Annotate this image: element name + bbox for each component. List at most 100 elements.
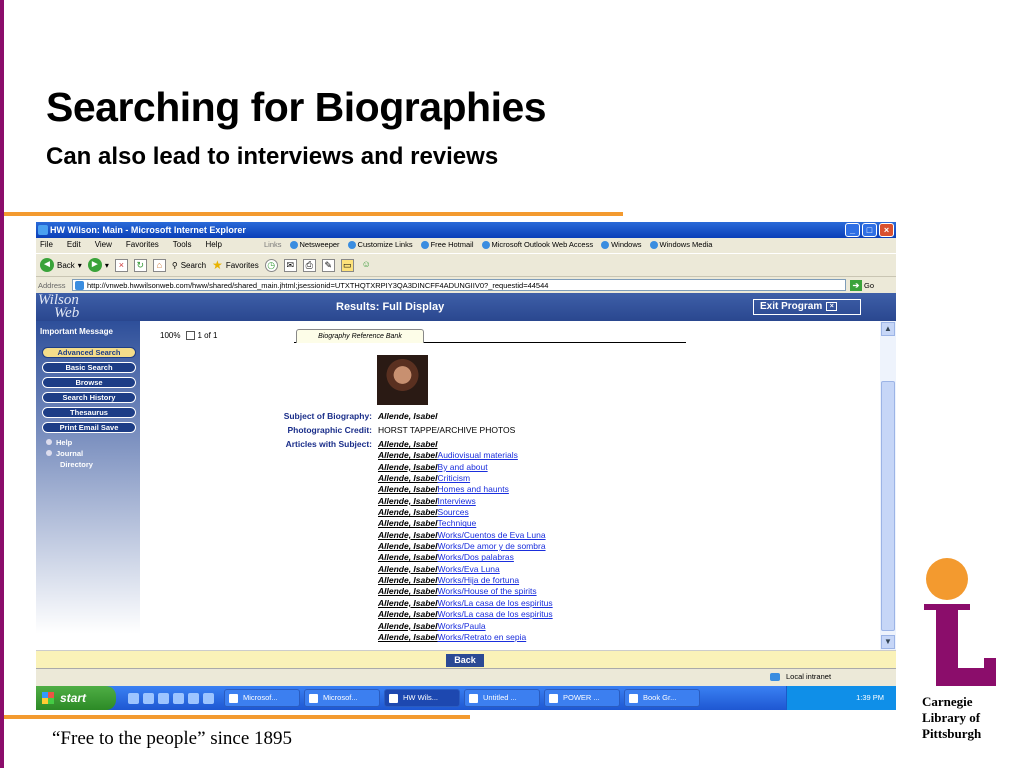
back-arrow-icon: ◄ [40,258,54,272]
article-link[interactable]: Allende, IsabelBy and about [378,462,553,473]
browse-button[interactable]: Browse [42,377,136,388]
search-icon: ⚲ [171,260,178,270]
system-tray: 1:39 PM [786,686,896,710]
menu-edit[interactable]: Edit [67,238,81,252]
slide-title: Searching for Biographies [46,84,547,130]
wilson-header: Wilson Web Results: Full Display Exit Pro… [36,293,896,321]
journal-directory-link[interactable]: Journal [42,448,136,459]
link-icon [347,241,356,249]
ie-quicklaunch-icon[interactable] [143,692,154,704]
history-icon[interactable]: ◷ [264,258,278,272]
browser-screenshot: HW Wilson: Main - Microsoft Internet Exp… [36,222,896,710]
edit-icon[interactable]: ✎ [321,258,335,272]
outlook-icon[interactable] [158,692,169,704]
link-windows[interactable]: Windows [601,238,642,252]
tab-biography-reference-bank[interactable]: Biography Reference Bank [296,329,424,343]
basic-search-button[interactable]: Basic Search [42,362,136,373]
home-icon[interactable]: ⌂ [152,258,166,272]
article-link[interactable]: Allende, IsabelWorks/La casa de los espi… [378,598,553,609]
help-link[interactable]: Help [42,437,136,448]
checkbox-icon[interactable] [186,331,196,341]
excel-icon[interactable] [188,692,199,704]
refresh-icon[interactable]: ↻ [133,258,147,272]
desktop-icon[interactable] [128,692,139,704]
menu-view[interactable]: View [95,238,112,252]
article-link[interactable]: Allende, IsabelHomes and haunts [378,484,553,495]
messenger-icon[interactable]: ☺ [360,259,373,272]
article-link[interactable]: Allende, IsabelTechnique [378,518,553,529]
address-input[interactable]: http://vnweb.hwwilsonweb.com/hww/shared/… [72,279,846,291]
divider-bottom [4,715,470,719]
advanced-search-button[interactable]: Advanced Search [42,347,136,358]
article-link[interactable]: Allende, IsabelWorks/Eva Luna [378,564,553,575]
print-email-save-button[interactable]: Print Email Save [42,422,136,433]
exit-icon: × [826,301,838,311]
search-button[interactable]: ⚲ Search [172,261,206,270]
scroll-up-icon[interactable]: ▲ [881,322,895,336]
close-button[interactable]: × [879,223,894,237]
article-link[interactable]: Allende, IsabelWorks/Paula [378,621,553,632]
link-customize[interactable]: Customize Links [347,238,413,252]
slide-footer: “Free to the people” since 1895 [52,728,293,749]
exit-program-button[interactable]: Exit Program × [753,299,861,315]
stop-icon[interactable]: × [114,258,128,272]
article-link[interactable]: Allende, Isabel [378,439,553,450]
scroll-thumb[interactable] [881,381,895,631]
web-page: Wilson Web Results: Full Display Exit Pro… [36,293,896,650]
window-titlebar: HW Wilson: Main - Microsoft Internet Exp… [36,222,896,238]
article-link[interactable]: Allende, IsabelWorks/Retrato en sepia [378,632,553,643]
task-button[interactable]: Book Gr... [624,689,700,707]
article-link[interactable]: Allende, IsabelInterviews [378,496,553,507]
thesaurus-button[interactable]: Thesaurus [42,407,136,418]
vertical-scrollbar[interactable]: ▲ ▼ [880,321,896,650]
link-netsweeper[interactable]: Netsweeper [289,238,340,252]
task-button[interactable]: POWER ... [544,689,620,707]
article-link[interactable]: Allende, IsabelWorks/Cuentos de Eva Luna [378,530,553,541]
task-button[interactable]: Microsof... [304,689,380,707]
powerpoint-icon[interactable] [203,692,214,704]
minimize-button[interactable]: _ [845,223,860,237]
article-link[interactable]: Allende, IsabelWorks/Hija de fortuna [378,575,553,586]
article-link[interactable]: Allende, IsabelWorks/Dos palabras [378,552,553,563]
menu-help[interactable]: Help [205,238,221,252]
wilsonweb-logo: Wilson Web [38,292,80,321]
menu-tools[interactable]: Tools [173,238,192,252]
articles-list: Allende, Isabel Allende, IsabelAudiovisu… [378,439,553,643]
menu-favorites[interactable]: Favorites [126,238,159,252]
favorites-button[interactable]: ★ Favorites [212,258,259,272]
back-page-button[interactable]: Back [446,654,484,667]
back-button[interactable]: ◄ Back ▾ [40,258,82,272]
journal-directory-link-line2[interactable]: Directory [42,459,136,470]
start-button[interactable]: start [36,686,116,710]
quick-launch [128,692,214,704]
link-windows-media[interactable]: Windows Media [649,238,712,252]
link-icon [649,241,658,249]
important-message-link[interactable]: Important Message [36,321,140,336]
maximize-button[interactable]: □ [862,223,877,237]
menu-file[interactable]: File [40,238,53,252]
article-link[interactable]: Allende, IsabelWorks/La casa de los espi… [378,609,553,620]
scroll-down-icon[interactable]: ▼ [881,635,895,649]
search-history-button[interactable]: Search History [42,392,136,403]
article-link[interactable]: Allende, IsabelWorks/House of the spirit… [378,586,553,597]
slide: Searching for Biographies Can also lead … [0,0,1024,768]
articles-label: Articles with Subject: [285,439,372,449]
link-outlook[interactable]: Microsoft Outlook Web Access [481,238,593,252]
article-link[interactable]: Allende, IsabelAudiovisual materials [378,450,553,461]
mail-icon[interactable]: ✉ [283,258,297,272]
folder-icon[interactable]: ▭ [340,258,354,272]
accent-bar [0,0,4,768]
divider-top [4,212,623,216]
word-icon[interactable] [173,692,184,704]
go-button[interactable]: ➔ Go [850,279,874,291]
article-link[interactable]: Allende, IsabelSources [378,507,553,518]
forward-button[interactable]: ► ▾ [87,258,109,272]
task-button[interactable]: Microsof... [224,689,300,707]
article-link[interactable]: Allende, IsabelCriticism [378,473,553,484]
article-link[interactable]: Allende, IsabelWorks/De amor y de sombra [378,541,553,552]
print-icon[interactable]: ⎙ [302,258,316,272]
taskbar: start Microsof... Microsof... HW Wils...… [36,686,896,710]
link-hotmail[interactable]: Free Hotmail [420,238,474,252]
task-button[interactable]: Untitled ... [464,689,540,707]
task-button[interactable]: HW Wils... [384,689,460,707]
